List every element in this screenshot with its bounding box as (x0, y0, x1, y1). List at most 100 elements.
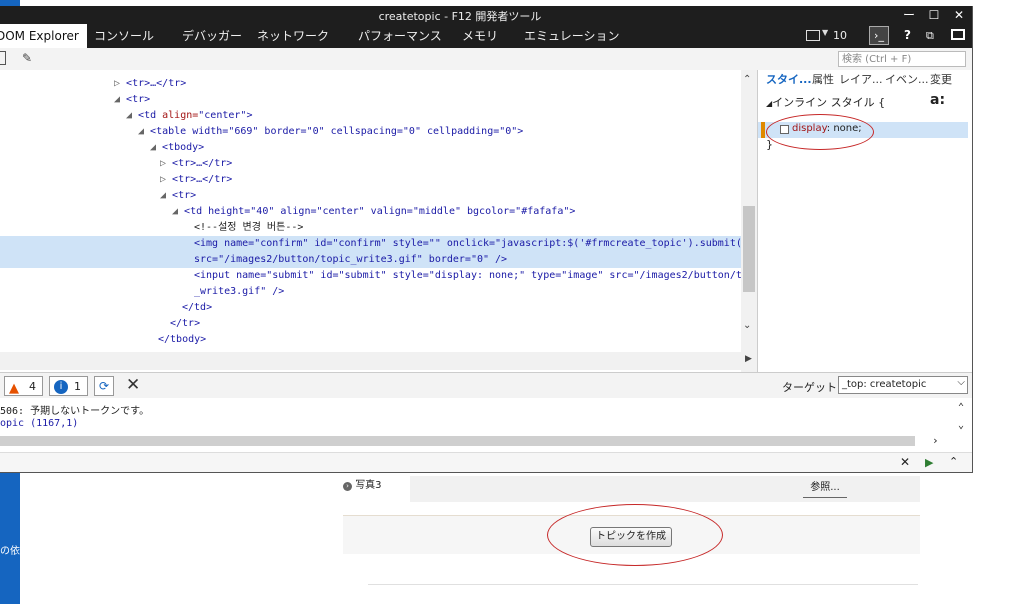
run-icon[interactable]: ▶ (925, 456, 933, 469)
eyedropper-icon[interactable]: ✎ (22, 51, 32, 65)
tab-network[interactable]: ネットワーク (257, 24, 329, 48)
dom-node-text: <tr> (126, 94, 151, 105)
monitor-icon[interactable] (806, 30, 820, 41)
close-icon[interactable]: ✕ (948, 7, 970, 23)
inline-style-header: ◢インライン スタイル { (766, 96, 886, 109)
dom-scroll-thumb[interactable] (743, 206, 755, 292)
minimize-icon[interactable]: ー (898, 7, 920, 23)
photo-label-text: 写真3 (355, 480, 382, 491)
target-label: ターゲット (782, 381, 837, 394)
styles-panel: スタイ... 属性 レイア... イベン... 変更 ◢インライン スタイル {… (757, 70, 972, 372)
tab-performance[interactable]: パフォーマンス (358, 24, 442, 48)
dom-node-tag: <td (138, 110, 163, 121)
select-element-icon[interactable] (0, 51, 6, 65)
dom-node[interactable]: ◢ <td height="40" align="center" valign=… (172, 204, 575, 220)
photo-label: › 写真3 (343, 476, 382, 491)
clear-on-navigate-icon[interactable]: ⟳ (94, 376, 114, 396)
new-rule-badge[interactable]: a: (930, 92, 945, 108)
dom-node-text: <tbody> (162, 142, 205, 153)
dom-node[interactable]: </tbody> (158, 332, 206, 348)
info-filter[interactable]: i 1 (49, 376, 88, 396)
tab-debugger[interactable]: デバッガー (182, 24, 242, 48)
dom-comment[interactable]: <!--설정 변경 버튼--> (194, 220, 303, 236)
chevron-down-icon: ⌵ (957, 377, 965, 388)
dom-node-selected-line2[interactable]: src="/images2/button/topic_write3.gif" b… (194, 252, 507, 268)
console-source-link[interactable]: opic (1167,1) (0, 418, 78, 429)
dom-node[interactable]: ▷ <tr>…</tr> (160, 172, 232, 188)
warnings-filter[interactable]: ▲ 4 (4, 376, 43, 396)
info-icon: i (54, 380, 68, 394)
dom-node-text: <table width="669" border="0" cellspacin… (150, 126, 524, 137)
tab-emulation[interactable]: エミュレーション (524, 24, 620, 48)
clear-input-icon[interactable]: ✕ (900, 455, 910, 469)
devtools-window: createtopic - F12 開発者ツール ー ☐ ✕ DOM Explo… (0, 6, 973, 473)
dom-node[interactable]: <input name="submit" id="submit" style="… (194, 268, 757, 284)
annotation-ellipse-button (547, 504, 723, 566)
console-toolbar: ▲ 4 i 1 ⟳ ✕ ターゲット _top: createtopic ⌵ (0, 372, 972, 400)
console-output: 506: 予期しないトークンです。 opic (1167,1) › ⌃ ⌄ (0, 398, 972, 452)
dom-node[interactable]: ◢ <table width="669" border="0" cellspac… (138, 124, 523, 140)
maximize-icon[interactable]: ☐ (923, 7, 945, 23)
dom-node[interactable]: _write3.gif" /> (194, 284, 284, 300)
warnings-count: 4 (29, 380, 36, 393)
console-input-bar[interactable]: ✕ ▶ ⌃ (0, 452, 972, 472)
dom-node[interactable]: ▷ <tr>…</tr> (114, 76, 186, 92)
dom-node-text: <tr>…</tr> (172, 174, 233, 185)
dom-node[interactable]: </td> (182, 300, 212, 316)
side-tabs: スタイ... 属性 レイア... イベン... 変更 (758, 70, 972, 90)
console-scroll-up-icon[interactable]: ⌃ (958, 402, 964, 413)
target-select[interactable]: _top: createtopic ⌵ (838, 376, 968, 394)
console-toggle-icon[interactable]: ›_ (869, 26, 889, 45)
window-title: createtopic - F12 開発者ツール (378, 10, 542, 23)
dom-node[interactable]: ◢ <td align="center"> (126, 108, 252, 124)
dom-node[interactable]: ◢ <tbody> (150, 140, 204, 156)
console-message[interactable]: 506: 予期しないトークンです。 (0, 402, 149, 417)
dom-tree: ▷ <tr>…</tr> ◢ <tr> ◢ <td align="center"… (0, 70, 757, 372)
side-tab-styles[interactable]: スタイ... (766, 70, 812, 90)
dom-node-attr: align= (162, 110, 199, 121)
infos-count: 1 (74, 380, 81, 393)
console-scroll-down-icon[interactable]: ⌄ (958, 420, 964, 431)
search-input[interactable]: 検索 (Ctrl + F) (838, 51, 966, 67)
page-divider (368, 584, 918, 585)
dom-toolbar: ✎ 検索 (Ctrl + F) (0, 48, 972, 71)
tab-dom-explorer[interactable]: DOM Explorer (0, 24, 87, 48)
dom-node[interactable]: ◢ <tr> (160, 188, 196, 204)
help-icon[interactable]: ? (904, 28, 911, 42)
side-tab-layout[interactable]: レイア... (839, 70, 883, 90)
dom-horizontal-scrollbar[interactable] (0, 352, 757, 370)
changed-marker (761, 122, 765, 138)
clear-console-icon[interactable]: ✕ (126, 375, 140, 395)
scroll-right-icon[interactable]: ▶ (745, 354, 752, 364)
dom-node[interactable]: ▷ <tr>…</tr> (160, 156, 232, 172)
target-select-value: _top: createtopic (842, 379, 927, 390)
console-scroll-right-icon[interactable]: › (932, 434, 939, 447)
side-tab-changes[interactable]: 変更 (930, 70, 952, 90)
dom-node-text: <tr> (172, 190, 197, 201)
side-tab-events[interactable]: イベン... (885, 70, 929, 90)
scroll-down-icon[interactable]: ⌄ (743, 320, 751, 331)
browse-button[interactable]: 参照... (803, 479, 847, 498)
expand-icon[interactable]: ⌃ (949, 455, 958, 468)
scroll-up-icon[interactable]: ⌃ (743, 74, 751, 85)
left-strip-text: の依 (0, 546, 20, 557)
dom-node-selected-line1[interactable]: <img name="confirm" id="confirm" style="… (194, 236, 757, 252)
annotation-ellipse-style (766, 114, 874, 150)
undock-icon[interactable]: ⧉ (926, 29, 934, 43)
tab-memory[interactable]: メモリ (462, 24, 498, 48)
dom-node[interactable]: ◢ <tr> (114, 92, 150, 108)
side-tab-attributes[interactable]: 属性 (812, 70, 834, 90)
dropdown-icon[interactable]: ▼ (822, 28, 828, 37)
dom-node-text: <tr>…</tr> (172, 158, 233, 169)
dom-node[interactable]: </tr> (170, 316, 200, 332)
bullet-icon: › (343, 482, 352, 491)
dom-node-text: <tr>…</tr> (126, 78, 187, 89)
dom-node-val: "center" (198, 110, 247, 121)
tool-tabs: DOM Explorer コンソール デバッガー ネットワーク パフォーマンス … (0, 24, 972, 59)
tab-console[interactable]: コンソール (94, 24, 154, 48)
warning-icon: ▲ (9, 381, 19, 396)
dock-icon[interactable] (951, 29, 965, 40)
dom-node-end: > (246, 110, 253, 121)
inline-style-label: インライン スタイル { (772, 96, 886, 109)
console-hscrollbar[interactable] (0, 436, 915, 446)
